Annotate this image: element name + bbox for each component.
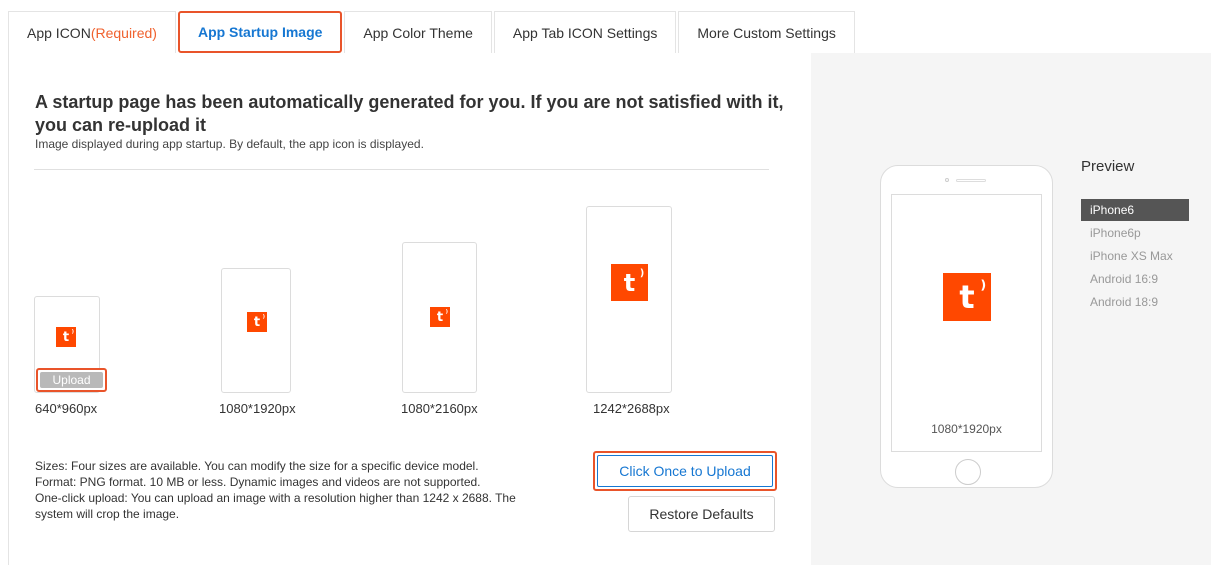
size-label-1080x2160: 1080*2160px xyxy=(401,401,478,416)
app-logo-icon: t) xyxy=(56,327,76,347)
phone-preview: t) 1080*1920px xyxy=(880,165,1053,488)
tab-app-startup-image[interactable]: App Startup Image xyxy=(177,11,343,53)
startup-card-1080x2160: t) xyxy=(402,242,477,393)
tab-app-icon-label: App ICON xyxy=(27,24,91,41)
device-android-18-9[interactable]: Android 18:9 xyxy=(1081,291,1189,313)
info-format: Format: PNG format. 10 MB or less. Dynam… xyxy=(35,475,481,489)
app-logo-icon: t) xyxy=(943,273,991,321)
startup-card-1080x1920: t) xyxy=(221,268,291,393)
device-iphone6[interactable]: iPhone6 xyxy=(1081,199,1189,221)
page-title: A startup page has been automatically ge… xyxy=(35,92,784,135)
tab-app-icon[interactable]: App ICON (Required) xyxy=(8,11,176,53)
speaker-icon xyxy=(956,179,986,182)
startup-card-1242x2688: t) xyxy=(586,206,672,393)
upload-button[interactable]: Upload xyxy=(36,368,107,392)
tab-more-custom-settings[interactable]: More Custom Settings xyxy=(678,11,855,53)
preview-title: Preview xyxy=(1081,158,1135,175)
size-label-1080x1920: 1080*1920px xyxy=(219,401,296,416)
home-button-icon xyxy=(955,459,981,485)
tab-bar: App ICON (Required) App Startup Image App… xyxy=(8,11,857,53)
info-sizes: Sizes: Four sizes are available. You can… xyxy=(35,459,479,473)
startup-image-panel: A startup page has been automatically ge… xyxy=(8,53,811,565)
phone-size-label: 1080*1920px xyxy=(931,422,1002,436)
info-one-click: One-click upload: You can upload an imag… xyxy=(35,491,516,521)
tab-app-color-theme[interactable]: App Color Theme xyxy=(344,11,492,53)
device-iphone-xs-max[interactable]: iPhone XS Max xyxy=(1081,245,1189,267)
app-logo-icon: t) xyxy=(430,307,450,327)
size-label-1242x2688: 1242*2688px xyxy=(593,401,670,416)
device-iphone6p[interactable]: iPhone6p xyxy=(1081,222,1189,244)
section-divider xyxy=(34,169,769,170)
camera-icon xyxy=(945,178,949,182)
app-logo-icon: t) xyxy=(247,312,267,332)
tab-app-tab-icon-settings[interactable]: App Tab ICON Settings xyxy=(493,11,677,53)
device-android-16-9[interactable]: Android 16:9 xyxy=(1081,268,1189,290)
upload-instructions: Sizes: Four sizes are available. You can… xyxy=(35,458,535,522)
device-list: iPhone6 iPhone6p iPhone XS Max Android 1… xyxy=(1081,199,1189,314)
phone-screen: t) 1080*1920px xyxy=(891,194,1042,452)
click-once-upload-button[interactable]: Click Once to Upload xyxy=(593,451,777,491)
app-logo-icon: t) xyxy=(611,264,648,301)
required-marker: (Required) xyxy=(90,24,157,41)
page-subtitle: Image displayed during app startup. By d… xyxy=(35,137,424,151)
size-label-640x960: 640*960px xyxy=(35,401,98,416)
restore-defaults-button[interactable]: Restore Defaults xyxy=(628,496,775,532)
